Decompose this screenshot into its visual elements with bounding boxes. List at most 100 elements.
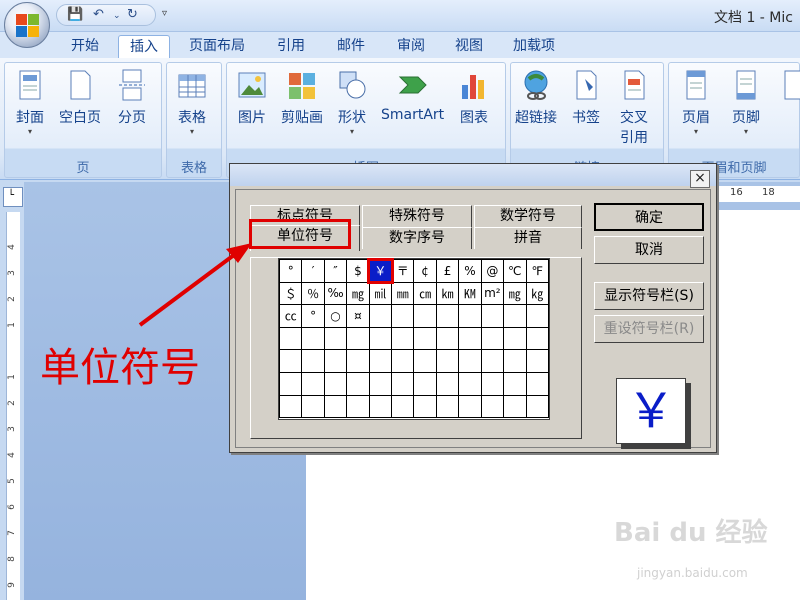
redo-icon[interactable]: ↻ [127,7,138,22]
symbol-cell[interactable] [346,394,370,419]
table-button[interactable]: 表格 ▾ [177,69,207,136]
symbol-cell[interactable] [525,371,549,396]
symbol-cell[interactable] [346,371,370,396]
symbol-cell[interactable] [368,394,393,419]
symbol-cell[interactable]: ％ [301,281,325,306]
symbol-cell[interactable] [480,326,505,351]
symbol-cell[interactable] [435,349,460,373]
tab-home[interactable]: 开始 [60,35,110,58]
symbol-cell[interactable]: 〒 [391,259,415,283]
symbol-cell[interactable] [323,371,348,396]
hyperlink-button[interactable]: 超链接 [515,69,557,127]
tab-references[interactable]: 引用 [266,35,316,58]
symbol-cell[interactable]: ㏄ [278,304,303,328]
office-button[interactable] [4,2,50,48]
symbol-cell[interactable] [458,349,482,373]
symbol-cell[interactable]: ℃ [503,259,527,283]
symbol-cell[interactable]: ㎏ [525,281,549,306]
symbol-cell[interactable] [391,304,415,328]
symbol-cell[interactable] [435,326,460,351]
symbol-cell[interactable] [435,304,460,328]
symbol-cell[interactable] [525,326,549,351]
symbol-cell[interactable] [413,349,437,373]
symbol-cell[interactable]: ¤ [346,304,370,328]
symbol-cell[interactable] [413,326,437,351]
symbol-cell[interactable]: ㎝ [413,281,437,306]
symbol-cell[interactable] [458,326,482,351]
symbol-cell[interactable]: ㎎ [503,281,527,306]
symbol-cell[interactable] [480,349,505,373]
smartart-button[interactable]: SmartArt [381,69,444,123]
symbol-cell[interactable]: ○ [323,304,348,328]
tab-pinyin[interactable]: 拼音 [474,227,582,249]
tab-addins[interactable]: 加载项 [502,35,566,58]
picture-button[interactable]: 图片 [237,69,267,127]
symbol-cell[interactable] [413,304,437,328]
ok-button[interactable]: 确定 [594,203,704,231]
page-number-button[interactable] [779,69,800,107]
dialog-close-button[interactable]: × [690,170,710,188]
symbol-cell[interactable] [346,326,370,351]
symbol-cell[interactable] [368,349,393,373]
symbol-cell[interactable]: ㎞ [435,281,460,306]
symbol-cell[interactable]: ° [278,259,303,283]
symbol-cell[interactable]: ℉ [525,259,549,283]
footer-button[interactable]: 页脚 ▾ [731,69,761,136]
symbol-cell[interactable] [413,371,437,396]
symbol-cell[interactable]: ° [301,304,325,328]
tab-page-layout[interactable]: 页面布局 [178,35,256,58]
symbol-cell[interactable] [480,394,505,419]
shapes-button[interactable]: 形状 ▾ [337,69,367,136]
symbol-cell[interactable] [301,349,325,373]
symbol-cell[interactable] [503,371,527,396]
customize-qat-icon[interactable]: ▿ [162,8,167,19]
symbol-cell[interactable] [480,304,505,328]
symbol-cell[interactable] [278,371,303,396]
symbol-cell[interactable] [503,349,527,373]
tab-selector[interactable]: └ [3,187,23,207]
dialog-title-bar[interactable] [230,164,716,186]
cancel-button[interactable]: 取消 [594,236,704,264]
symbol-cell[interactable] [525,349,549,373]
undo-icon[interactable]: ↶ [93,7,104,22]
symbol-cell[interactable] [458,371,482,396]
symbol-cell[interactable] [413,394,437,419]
symbol-cell[interactable] [368,371,393,396]
chart-button[interactable]: 图表 [459,69,489,127]
symbol-cell[interactable]: ㎜ [391,281,415,306]
symbol-cell[interactable] [368,326,393,351]
undo-dropdown-icon[interactable]: ⌄ [113,11,121,21]
symbol-cell[interactable] [301,326,325,351]
symbol-cell[interactable]: ¢ [413,259,437,283]
symbol-cell[interactable]: ‰ [323,281,348,306]
symbol-cell[interactable] [480,371,505,396]
tab-view[interactable]: 视图 [444,35,494,58]
tab-special-symbols[interactable]: 特殊符号 [362,205,472,227]
symbol-cell[interactable] [525,304,549,328]
symbol-cell[interactable] [503,326,527,351]
clipart-button[interactable]: 剪贴画 [281,69,323,127]
symbol-cell[interactable]: £ [435,259,460,283]
symbol-cell[interactable]: @ [480,259,505,283]
symbol-cell[interactable]: ＄ [278,281,303,306]
symbol-cell[interactable] [278,394,303,419]
show-symbol-bar-button[interactable]: 显示符号栏(S) [594,282,704,310]
symbol-cell[interactable]: ㎎ [346,281,370,306]
symbol-cell[interactable] [278,349,303,373]
symbol-cell[interactable] [301,371,325,396]
symbol-cell[interactable]: ㏕ [368,281,393,306]
symbol-cell[interactable]: $ [346,259,370,283]
symbol-cell[interactable] [301,394,325,419]
symbol-cell[interactable] [458,304,482,328]
tab-review[interactable]: 审阅 [386,35,436,58]
symbol-cell[interactable]: ″ [323,259,348,283]
symbol-cell[interactable] [503,394,527,419]
cross-reference-button[interactable]: 交叉 引用 [619,69,649,147]
symbol-cell[interactable] [391,349,415,373]
symbol-cell[interactable] [278,326,303,351]
save-icon[interactable]: 💾 [67,7,83,22]
bookmark-button[interactable]: 书签 [571,69,601,127]
symbol-cell[interactable]: ㏎ [458,281,482,306]
symbol-cell[interactable] [323,349,348,373]
symbol-cell[interactable] [391,371,415,396]
